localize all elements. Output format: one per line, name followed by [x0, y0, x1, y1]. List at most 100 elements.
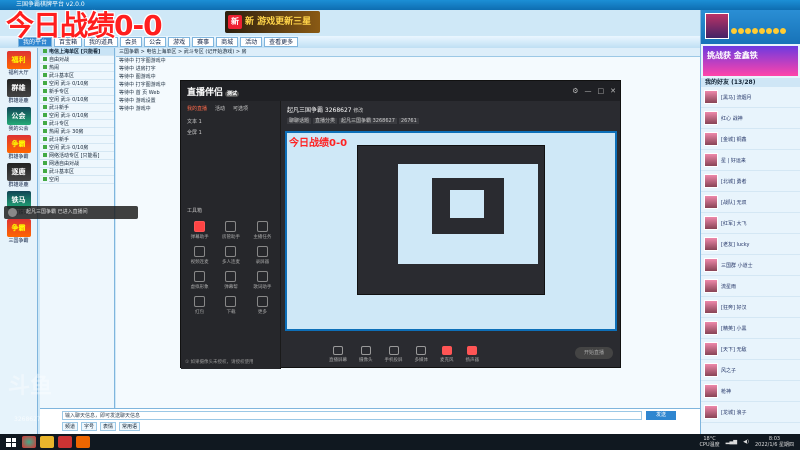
tool-button[interactable]: 下载	[216, 296, 245, 315]
tool-button[interactable]: 虚拟形象	[185, 271, 214, 290]
volume-icon[interactable]: ◀)	[743, 439, 749, 445]
friend-item[interactable]: 流星雨	[701, 276, 800, 297]
app-label: 我的公会	[8, 126, 29, 132]
tab-1[interactable]: 活动	[215, 105, 225, 112]
chat-tool-button[interactable]: 常用语	[119, 422, 141, 431]
room-label: 热闹	[49, 65, 60, 71]
room-edit-tag[interactable]: 修改	[353, 108, 363, 114]
friend-item[interactable]: [老友] lucky	[701, 234, 800, 255]
friend-item[interactable]: 星 | 好运来	[701, 150, 800, 171]
chat-input[interactable]: 输入聊天信息，即可发送聊天信息	[62, 411, 642, 420]
chat-tool-button[interactable]: 表情	[100, 422, 117, 431]
table-row[interactable]: 等待中 进房打字	[116, 65, 700, 73]
file-explorer-icon[interactable]	[40, 436, 54, 448]
friend-item[interactable]: [红军] 大飞	[701, 213, 800, 234]
room-row[interactable]: 网络活动专区 [只能看]	[40, 152, 114, 160]
friends-header[interactable]: 我的好友 (13/28)	[701, 78, 800, 87]
tab-2[interactable]: 可选项	[233, 105, 248, 112]
tool-button[interactable]: 歌词助手	[248, 271, 277, 290]
source-label: 直播屏幕	[329, 357, 347, 363]
room-row[interactable]: 新手专区	[40, 88, 114, 96]
friend-item[interactable]: [黑马] 流烟月	[701, 87, 800, 108]
room-row[interactable]: 武斗新手	[40, 136, 114, 144]
room-label: 网络活动专区 [只能看]	[49, 153, 100, 159]
room-row[interactable]: 空闲 武斗 0/10房	[40, 80, 114, 88]
game-client-icon[interactable]	[58, 436, 72, 448]
promo-ad[interactable]: 挑战获 金鑫铁	[703, 46, 798, 76]
toolbar-button[interactable]: 查看更多	[264, 37, 299, 47]
avatar[interactable]	[705, 13, 729, 39]
tool-button[interactable]: 录屏器	[248, 246, 277, 265]
room-row[interactable]: 武斗专区	[40, 120, 114, 128]
source-button[interactable]: 摄像头	[359, 345, 373, 363]
chat-send-button[interactable]: 发送	[646, 411, 676, 420]
friend-item[interactable]: [精英] 小黑	[701, 318, 800, 339]
tool-button[interactable]: 主播任务	[248, 221, 277, 240]
room-row[interactable]: 自由对战	[40, 56, 114, 64]
room-row[interactable]: 武斗新手	[40, 104, 114, 112]
friend-item[interactable]: [战队] 无双	[701, 192, 800, 213]
friend-item[interactable]: [天下] 无敌	[701, 339, 800, 360]
room-name: 起凡三国争霸 3268627	[287, 107, 352, 114]
tool-button[interactable]: 更多	[248, 296, 277, 315]
windows-start-icon[interactable]	[6, 437, 16, 447]
close-icon[interactable]: ✕	[610, 87, 616, 95]
maximize-icon[interactable]: □	[598, 87, 605, 95]
friend-item[interactable]: [狂奔] 好汉	[701, 297, 800, 318]
chat-tool-button[interactable]: 频道	[62, 422, 79, 431]
room-row[interactable]: 武斗基本区	[40, 168, 114, 176]
clock[interactable]: 8:03 2022/1/6 星期四	[755, 436, 794, 448]
room-row[interactable]: 空闲 武斗 0/10房	[40, 112, 114, 120]
toolbar-button[interactable]: 商城	[216, 37, 239, 47]
tab-0[interactable]: 我的直播	[187, 105, 207, 112]
chat-tool-button[interactable]: 字号	[81, 422, 98, 431]
friend-item[interactable]: [龙城] 浪子	[701, 402, 800, 423]
toolbar-button[interactable]: 赛事	[192, 37, 215, 47]
tool-button[interactable]: 弹幕助手	[185, 221, 214, 240]
room-row[interactable]: 热闹 武斗 30房	[40, 128, 114, 136]
friend-item[interactable]: 枪神	[701, 381, 800, 402]
room-row[interactable]: 空闲 武斗 0/10房	[40, 144, 114, 152]
game-launcher-icon[interactable]	[76, 436, 90, 448]
room-row[interactable]: 网通自由对战	[40, 160, 114, 168]
source-button[interactable]: 多媒体	[415, 345, 428, 363]
room-label: 网通自由对战	[49, 161, 80, 167]
minimize-icon[interactable]: —	[585, 87, 592, 95]
start-stream-button[interactable]: 开始直播	[575, 347, 613, 359]
scene-item[interactable]: 全屏 1	[181, 127, 280, 138]
friend-item[interactable]: 三国群 小道士	[701, 255, 800, 276]
table-row[interactable]: 等待中 打字图游戏中	[116, 57, 700, 65]
app-shortcut[interactable]: 争霸 三国争霸	[4, 219, 34, 244]
chrome-icon[interactable]	[22, 436, 36, 448]
source-button[interactable]: 扬声器	[466, 345, 479, 363]
room-row[interactable]: 空闲	[40, 176, 114, 184]
room-row[interactable]: 空闲 武斗 0/10房	[40, 96, 114, 104]
friend-item[interactable]: [北城] 勇者	[701, 171, 800, 192]
toolbar-button[interactable]: 游戏	[168, 37, 191, 47]
room-row[interactable]: 热闹	[40, 64, 114, 72]
tool-button[interactable]: 视频连麦	[185, 246, 214, 265]
friend-avatar	[704, 384, 718, 398]
room-row[interactable]: 武斗基本区	[40, 72, 114, 80]
app-shortcut[interactable]: 群雄 群雄逐鹿	[4, 79, 34, 104]
scene-item[interactable]: 文本 1	[181, 116, 280, 127]
app-shortcut[interactable]: 公会 我的公会	[4, 107, 34, 132]
tool-button[interactable]: 弹幕帮	[216, 271, 245, 290]
network-icon[interactable]: ▂▄▆	[726, 439, 738, 445]
source-button[interactable]: 直播屏幕	[329, 345, 347, 363]
room-row[interactable]: 电信上海单区 [只能看]	[40, 48, 114, 56]
friend-item[interactable]: 风之子	[701, 360, 800, 381]
source-button[interactable]: 麦克风	[440, 345, 454, 363]
app-shortcut[interactable]: 争霸 群雄争霸	[4, 135, 34, 160]
tool-button[interactable]: 红包	[185, 296, 214, 315]
settings-icon[interactable]: ⚙	[572, 87, 578, 95]
app-shortcut[interactable]: 逐鹿 群雄逐鹿	[4, 163, 34, 188]
update-banner[interactable]: 新 新 游戏更新三星	[225, 11, 320, 33]
toolbar-button[interactable]: 活动	[240, 37, 263, 47]
friend-item[interactable]: 红心 战神	[701, 108, 800, 129]
tool-button[interactable]: 房管助手	[216, 221, 245, 240]
app-shortcut[interactable]: 福利 福利大厅	[4, 51, 34, 76]
source-button[interactable]: 手机投屏	[385, 345, 403, 363]
friend-item[interactable]: [金城] 铜鑫	[701, 129, 800, 150]
tool-button[interactable]: 多人连麦	[216, 246, 245, 265]
